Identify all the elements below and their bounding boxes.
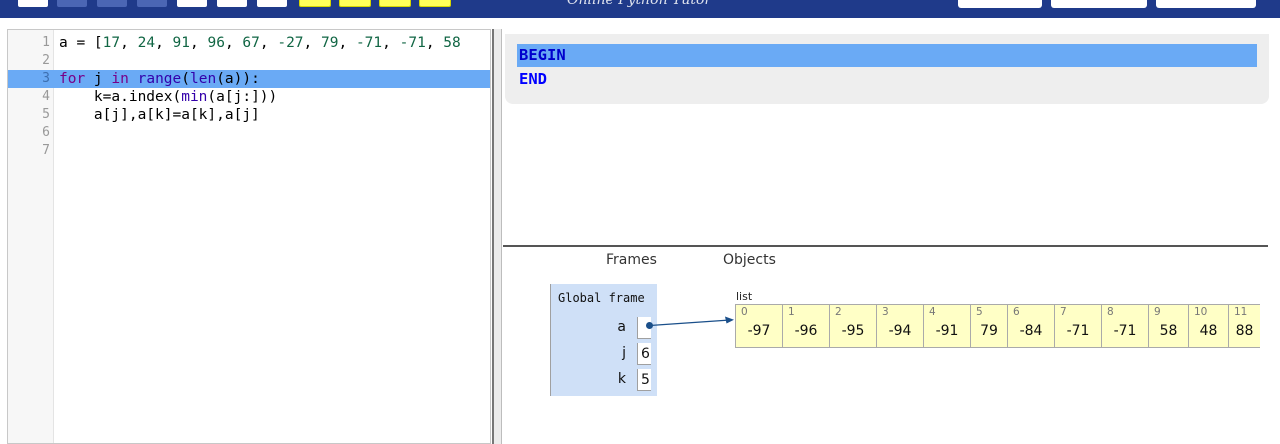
line-number: 1 [42,35,50,50]
top-toolbar: Online Python Tutor [0,0,1280,18]
var-name-a: a [617,319,626,335]
list-value: -71 [1113,323,1137,339]
line-number: 7 [42,143,50,158]
program-output: BEGIN END [505,34,1269,104]
code-line[interactable]: 3 for j in range(len(a)): [8,70,490,88]
list-element: 8 -71 [1101,305,1148,347]
list-value: -91 [935,323,959,339]
brand-logo: Online Python Tutor [567,0,712,8]
list-index: 8 [1107,306,1114,318]
list-value: 88 [1235,323,1254,339]
toolbar-button-6[interactable] [217,0,247,7]
list-value: 79 [980,323,998,339]
code-text: for j in range(len(a)): [59,71,260,87]
list-element: 11 88 [1228,305,1260,347]
var-value-k: 5 [637,369,651,391]
list-value: -97 [747,323,771,339]
list-label: list [736,290,753,303]
list-index: 9 [1154,306,1161,318]
line-number: 5 [42,107,50,122]
output-divider [503,245,1268,247]
header-button-2[interactable] [1051,0,1147,8]
frames-heading: Frames [606,252,657,268]
list-index: 11 [1234,306,1248,318]
list-index: 1 [788,306,795,318]
list-index: 6 [1013,306,1020,318]
output-line-end: END [519,70,547,88]
code-line[interactable]: 6 [8,124,490,142]
list-value: -95 [841,323,865,339]
list-element: 3 -94 [876,305,923,347]
var-name-j: j [622,345,626,361]
code-line[interactable]: 2 [8,52,490,70]
code-line[interactable]: 4 k=a.index(min(a[j:])) [8,88,490,106]
code-line[interactable]: 1 a = [17, 24, 91, 96, 67, -27, 79, -71, … [8,34,490,52]
list-object: 0 -97 1 -96 2 -95 3 -94 4 -91 5 79 6 -84 7 -71 8 -71 9 58 10… [735,304,1260,348]
var-name-k: k [617,371,626,387]
panel-splitter[interactable] [492,29,502,444]
objects-heading: Objects [723,252,776,268]
toolbar-button-10[interactable] [379,0,411,7]
toolbar-button-8[interactable] [299,0,331,7]
code-lines[interactable]: 1 a = [17, 24, 91, 96, 67, -27, 79, -71, … [8,34,490,160]
global-frame-title: Global frame [558,291,645,305]
list-element: 10 48 [1188,305,1228,347]
list-value: -84 [1019,323,1043,339]
toolbar-button-1[interactable] [18,0,48,7]
list-value: 58 [1159,323,1178,339]
toolbar-button-5[interactable] [177,0,207,7]
list-index: 10 [1194,306,1208,318]
code-line[interactable]: 5 a[j],a[k]=a[k],a[j] [8,106,490,124]
toolbar-button-9[interactable] [339,0,371,7]
toolbar-button-7[interactable] [257,0,287,7]
list-index: 0 [741,306,748,318]
list-value: -96 [794,323,818,339]
list-element: 6 -84 [1007,305,1054,347]
toolbar-button-11[interactable] [419,0,451,7]
list-element: 7 -71 [1054,305,1101,347]
output-line-begin: BEGIN [517,44,1257,67]
list-index: 3 [882,306,889,318]
toolbar-button-4[interactable] [137,0,167,7]
list-index: 2 [835,306,842,318]
list-element: 1 -96 [782,305,829,347]
list-index: 5 [976,306,983,318]
code-editor[interactable]: 1 a = [17, 24, 91, 96, 67, -27, 79, -71, … [7,29,491,444]
line-number: 3 [42,71,50,86]
list-value: 48 [1199,323,1218,339]
line-number: 2 [42,53,50,68]
list-element: 4 -91 [923,305,970,347]
list-value: -94 [888,323,912,339]
code-text: k=a.index(min(a[j:])) [59,89,278,105]
list-value: -71 [1066,323,1090,339]
var-value-j: 6 [637,343,651,365]
line-number: 4 [42,89,50,104]
line-number: 6 [42,125,50,140]
code-text: a[j],a[k]=a[k],a[j] [59,107,260,123]
list-element: 2 -95 [829,305,876,347]
header-button-1[interactable] [958,0,1042,8]
list-element: 0 -97 [735,305,782,347]
toolbar-button-2[interactable] [57,0,87,7]
list-element: 5 79 [970,305,1007,347]
code-text: a = [17, 24, 91, 96, 67, -27, 79, -71, -… [59,35,461,51]
code-line[interactable]: 7 [8,142,490,160]
global-frame: Global frame a j 6 k 5 [550,284,657,396]
list-index: 7 [1060,306,1067,318]
pointer-arrow [649,316,734,327]
list-element: 9 58 [1148,305,1188,347]
header-button-3[interactable] [1156,0,1256,8]
list-index: 4 [929,306,936,318]
toolbar-button-3[interactable] [97,0,127,7]
